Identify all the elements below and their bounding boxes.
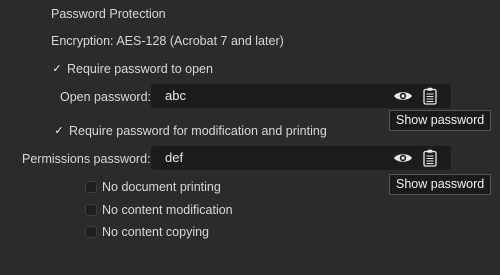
no-copying-label[interactable]: No content copying (102, 225, 209, 239)
permissions-password-label: Permissions password: (22, 152, 151, 166)
eye-icon[interactable] (393, 151, 413, 165)
require-modify-checkbox[interactable]: ✓ (53, 125, 65, 137)
show-password-tooltip: Show password (389, 110, 492, 131)
eye-icon[interactable] (393, 89, 413, 103)
open-password-value: abc (165, 88, 186, 103)
require-open-checkbox[interactable]: ✓ (51, 63, 63, 75)
no-printing-checkbox[interactable] (85, 181, 97, 193)
show-password-tooltip: Show password (389, 174, 492, 195)
clipboard-icon[interactable] (423, 149, 437, 167)
clipboard-icon[interactable] (423, 87, 437, 105)
open-password-label: Open password: (60, 90, 152, 104)
no-modification-checkbox[interactable] (85, 204, 97, 216)
encryption-info: Encryption: AES-128 (Acrobat 7 and later… (51, 34, 284, 48)
require-open-label[interactable]: Require password to open (67, 62, 213, 76)
section-title: Password Protection (51, 7, 166, 21)
no-copying-checkbox[interactable] (85, 226, 97, 238)
no-printing-label[interactable]: No document printing (102, 180, 221, 194)
checkmark-icon: ✓ (54, 125, 64, 137)
checkmark-icon: ✓ (52, 63, 62, 75)
require-modify-label[interactable]: Require password for modification and pr… (69, 124, 327, 138)
no-modification-label[interactable]: No content modification (102, 203, 233, 217)
permissions-password-value: def (165, 150, 184, 165)
open-password-field[interactable]: abc (151, 84, 451, 108)
permissions-password-field[interactable]: def (151, 146, 451, 170)
